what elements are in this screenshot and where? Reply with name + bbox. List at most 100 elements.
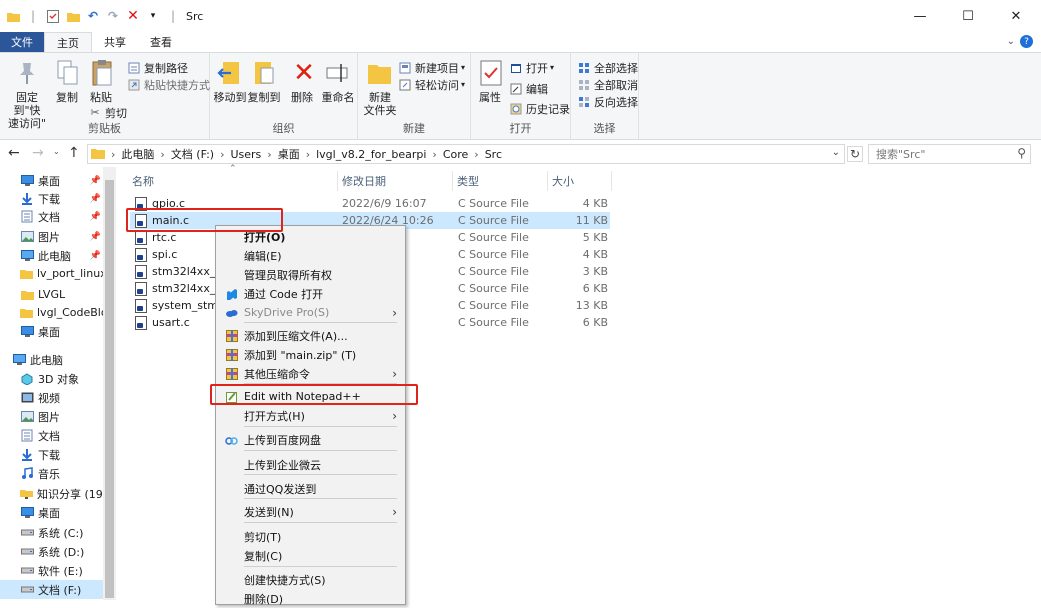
tab-share[interactable]: 共享	[92, 32, 138, 52]
edit-button[interactable]: 编辑	[509, 80, 548, 97]
nav-item[interactable]: 桌面	[0, 503, 103, 522]
paste-shortcut-button[interactable]: 粘贴快捷方式	[127, 76, 210, 93]
redo-icon[interactable]: ↷	[106, 9, 120, 23]
minimize-button[interactable]: —	[903, 0, 937, 32]
context-menu-item[interactable]: 通过 Code 打开	[216, 284, 405, 303]
properties-button[interactable]: 属性	[475, 57, 505, 104]
nav-item[interactable]: 音乐	[0, 464, 103, 483]
nav-item[interactable]: 视频	[0, 388, 103, 407]
up-arrow-icon[interactable]: ↑	[68, 145, 80, 161]
context-menu-item[interactable]: 添加到压缩文件(A)...	[216, 326, 405, 345]
undo-icon[interactable]: ↶	[86, 9, 100, 23]
delete-x-icon: ✕	[293, 57, 315, 88]
nav-item[interactable]: 桌面	[0, 322, 103, 341]
context-menu-item[interactable]: 创建快捷方式(S)	[216, 570, 405, 589]
refresh-icon[interactable]: ↻	[847, 146, 863, 162]
context-menu-item[interactable]: 上传到百度网盘	[216, 430, 405, 449]
column-header-type[interactable]: 类型	[453, 171, 548, 191]
nav-item[interactable]: 下载	[0, 445, 103, 464]
recent-locations-icon[interactable]: ⌄	[53, 147, 60, 156]
select-all-button[interactable]: 全部选择	[577, 59, 638, 76]
address-bar[interactable]: › 此电脑 › 文档 (F:) › Users › 桌面 › lvgl_v8.2…	[87, 144, 845, 164]
paste-button[interactable]: 粘贴	[86, 57, 116, 104]
column-header-size[interactable]: 大小	[548, 171, 612, 191]
tab-view[interactable]: 查看	[138, 32, 184, 52]
context-menu-item[interactable]: 打开方式(H) ›	[216, 406, 405, 425]
context-menu-item[interactable]: 复制(C)	[216, 546, 405, 565]
new-item-button[interactable]: 新建项目 ▾	[398, 59, 465, 76]
address-dropdown-icon[interactable]: ⌄	[832, 147, 840, 158]
tab-file[interactable]: 文件	[0, 32, 44, 52]
pin-icon[interactable]: 📌	[90, 251, 101, 261]
context-menu-item[interactable]: 剪切(T)	[216, 527, 405, 546]
select-none-button[interactable]: 全部取消	[577, 76, 638, 93]
breadcrumb-item[interactable]: lvgl_v8.2_for_bearpi	[316, 148, 426, 161]
breadcrumb-item[interactable]: 桌面	[278, 146, 300, 162]
copy-button[interactable]: 复制	[52, 57, 82, 104]
tab-home[interactable]: 主页	[44, 31, 92, 53]
customize-dropdown-icon[interactable]: ▾	[146, 9, 160, 23]
invert-selection-button[interactable]: 反向选择	[577, 93, 638, 110]
breadcrumb-item[interactable]: Users	[230, 148, 261, 161]
forward-arrow-icon[interactable]: →	[32, 145, 44, 161]
nav-item[interactable]: 文档 (F:)	[0, 580, 103, 599]
maximize-button[interactable]: ☐	[951, 0, 985, 32]
nav-item[interactable]: 系统 (C:)	[0, 523, 103, 542]
context-menu-item[interactable]: 管理员取得所有权	[216, 265, 405, 284]
nav-item[interactable]: 3D 对象	[0, 369, 103, 388]
context-menu-item[interactable]: 编辑(E)	[216, 246, 405, 265]
search-icon[interactable]: ⚲	[1017, 146, 1026, 160]
pin-icon[interactable]: 📌	[90, 194, 101, 204]
breadcrumb-item[interactable]: Src	[485, 148, 502, 161]
column-header-name[interactable]: 名称	[128, 171, 338, 191]
nav-item[interactable]: 软件 (E:)	[0, 561, 103, 580]
context-menu-item[interactable]: 通过QQ发送到	[216, 479, 405, 498]
delete-icon[interactable]: ✕	[126, 8, 140, 24]
nav-item[interactable]: 系统 (D:)	[0, 542, 103, 561]
nav-item[interactable]: 文档	[0, 426, 103, 445]
expand-ribbon-icon[interactable]: ⌄	[1007, 36, 1015, 47]
pin-icon[interactable]: 📌	[90, 212, 101, 222]
breadcrumb-item[interactable]: Core	[443, 148, 468, 161]
help-icon[interactable]: ?	[1020, 35, 1033, 48]
rename-button[interactable]: 重命名	[320, 57, 356, 104]
properties-icon[interactable]	[46, 9, 60, 23]
copy-label: 复制	[56, 91, 78, 104]
back-arrow-icon[interactable]: ←	[8, 145, 20, 161]
nav-item[interactable]: 图片	[0, 407, 103, 426]
cut-button[interactable]: ✂ 剪切	[88, 104, 127, 121]
nav-item[interactable]: 此电脑 📌	[0, 246, 103, 265]
copy-path-button[interactable]: 复制路径	[127, 59, 188, 76]
breadcrumb-item[interactable]: 文档 (F:)	[171, 146, 214, 162]
open-button[interactable]: 打开 ▾	[509, 59, 554, 76]
column-header-date[interactable]: 修改日期	[338, 171, 453, 191]
nav-item[interactable]: 文档 📌	[0, 207, 103, 226]
context-menu-item[interactable]: 上传到企业微云	[216, 455, 405, 474]
nav-item[interactable]: 下载 📌	[0, 189, 103, 208]
context-menu-item[interactable]: 其他压缩命令 ›	[216, 364, 405, 383]
context-menu-item[interactable]: SkyDrive Pro(S) ›	[216, 303, 405, 322]
nav-item[interactable]: 桌面 📌	[0, 171, 103, 190]
nav-scrollbar-thumb[interactable]	[105, 180, 114, 598]
close-button[interactable]: ✕	[999, 0, 1033, 32]
nav-item[interactable]: 知识分享 (192	[0, 484, 103, 503]
new-folder-button[interactable]: 新建 文件夹	[362, 57, 398, 117]
search-input[interactable]: 搜索"Src" ⚲	[868, 144, 1031, 164]
context-menu-item[interactable]: 发送到(N) ›	[216, 502, 405, 521]
nav-item[interactable]: 图片 📌	[0, 227, 103, 246]
pin-icon[interactable]: 📌	[90, 232, 101, 242]
history-button[interactable]: 历史记录	[509, 100, 570, 117]
nav-item[interactable]: lv_port_linux_	[0, 264, 103, 283]
easy-access-button[interactable]: 轻松访问 ▾	[398, 76, 465, 93]
nav-item[interactable]: lvgl_CodeBlo	[0, 303, 103, 322]
copy-to-button[interactable]: 复制到	[247, 57, 281, 104]
pin-icon[interactable]: 📌	[90, 176, 101, 186]
nav-item[interactable]: LVGL	[0, 285, 103, 304]
breadcrumb-item[interactable]: 此电脑	[121, 146, 154, 162]
nav-item[interactable]: 此电脑	[0, 350, 103, 369]
context-menu-item[interactable]: 添加到 "main.zip" (T)	[216, 345, 405, 364]
delete-button[interactable]: ✕ 删除	[288, 57, 316, 105]
context-menu-item[interactable]: 删除(D)	[216, 589, 405, 608]
new-folder-icon[interactable]	[66, 9, 80, 23]
move-to-button[interactable]: 移动到	[213, 57, 247, 104]
